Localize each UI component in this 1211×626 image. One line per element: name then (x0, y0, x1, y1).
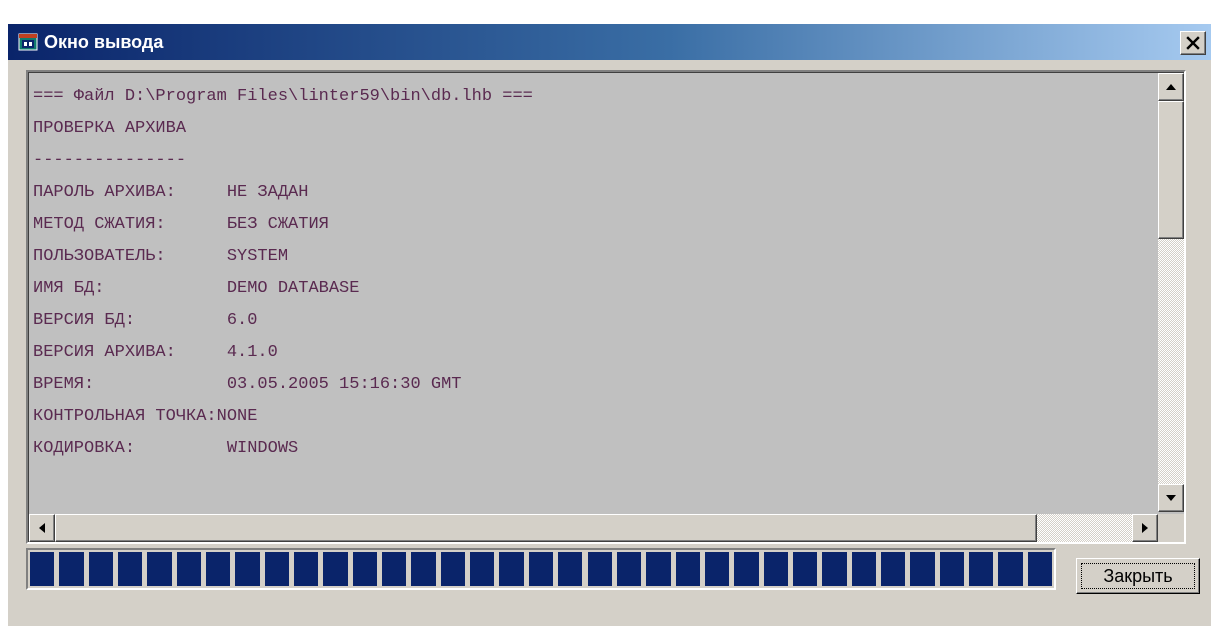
progress-segment (59, 552, 84, 586)
progress-segment (910, 552, 935, 586)
progress-segment (382, 552, 407, 586)
progress-segment (118, 552, 143, 586)
progress-segment (616, 552, 642, 586)
close-button[interactable]: Закрыть (1076, 558, 1200, 594)
progress-segment (88, 552, 113, 586)
output-line: --------------- (33, 151, 187, 170)
title-bar[interactable]: Окно вывода (8, 24, 1211, 60)
progress-segment (440, 552, 466, 586)
close-button-label: Закрыть (1081, 563, 1195, 589)
output-line: ПОЛЬЗОВАТЕЛЬ: SYSTEM (33, 247, 289, 266)
window-title: Окно вывода (44, 32, 164, 52)
scroll-up-button[interactable] (1158, 73, 1184, 101)
vertical-scrollbar[interactable] (1158, 73, 1184, 512)
progress-segment (822, 552, 847, 586)
progress-segment (528, 552, 554, 586)
output-line: === Файл D:\Program Files\linter59\bin\d… (33, 87, 533, 106)
progress-segment (792, 552, 818, 586)
arrow-up-icon (1166, 84, 1176, 90)
output-line: МЕТОД СЖАТИЯ: БЕЗ СЖАТИЯ (33, 215, 329, 234)
horizontal-scroll-thumb[interactable] (55, 514, 1037, 542)
arrow-right-icon (1142, 523, 1148, 533)
progress-segment (352, 552, 378, 586)
close-window-button[interactable] (1180, 31, 1206, 55)
vertical-scroll-thumb[interactable] (1158, 101, 1184, 239)
progress-segment (323, 552, 348, 586)
progress-segment (294, 552, 319, 586)
progress-segment (235, 552, 260, 586)
output-line: КОНТРОЛЬНАЯ ТОЧКА:NONE (33, 407, 258, 426)
output-line: ВЕРСИЯ БД: 6.0 (33, 311, 258, 330)
progress-segment (675, 552, 700, 586)
scroll-right-button[interactable] (1132, 514, 1158, 542)
output-line: ИМЯ БД: DEMO DATABASE (33, 279, 360, 298)
output-text-area[interactable]: === Файл D:\Program Files\linter59\bin\d… (26, 70, 1186, 544)
scroll-left-button[interactable] (29, 514, 55, 542)
scrollbar-corner (1158, 514, 1184, 542)
progress-segment (851, 552, 876, 586)
progress-segment (470, 552, 495, 586)
progress-segment (558, 552, 583, 586)
progress-segment (998, 552, 1023, 586)
progress-segment (499, 552, 524, 586)
progress-segment (147, 552, 172, 586)
progress-segment (176, 552, 202, 586)
progress-segment (880, 552, 906, 586)
horizontal-scrollbar[interactable] (29, 514, 1158, 542)
output-line: ПРОВЕРКА АРХИВА (33, 119, 187, 138)
output-line: ПАРОЛЬ АРХИВА: НЕ ЗАДАН (33, 183, 309, 202)
app-icon (18, 33, 38, 51)
arrow-down-icon (1166, 495, 1176, 501)
progress-segment (30, 552, 55, 586)
progress-bar (26, 548, 1056, 590)
arrow-left-icon (39, 523, 45, 533)
progress-segment (734, 552, 759, 586)
output-line: ВРЕМЯ: 03.05.2005 15:16:30 GMT (33, 375, 462, 394)
progress-segment (939, 552, 964, 586)
output-text: === Файл D:\Program Files\linter59\bin\d… (33, 81, 1163, 511)
close-icon (1186, 36, 1200, 50)
progress-segment (1027, 552, 1052, 586)
output-line: ВЕРСИЯ АРХИВА: 4.1.0 (33, 343, 278, 362)
progress-segment (704, 552, 730, 586)
progress-segment (264, 552, 290, 586)
scroll-down-button[interactable] (1158, 484, 1184, 512)
output-window: Окно вывода === Файл D:\Program Files\li… (8, 24, 1211, 626)
progress-segment (206, 552, 231, 586)
output-line: КОДИРОВКА: WINDOWS (33, 439, 299, 458)
progress-segment (763, 552, 788, 586)
progress-segment (587, 552, 612, 586)
progress-segment (646, 552, 671, 586)
progress-segment (411, 552, 436, 586)
progress-segment (968, 552, 994, 586)
